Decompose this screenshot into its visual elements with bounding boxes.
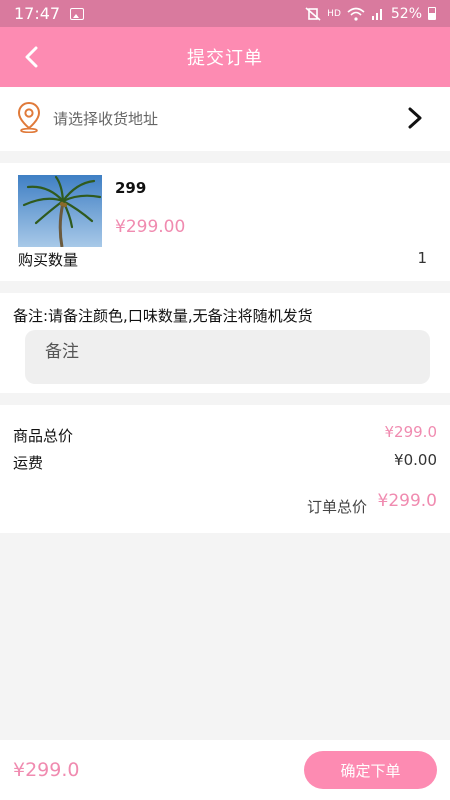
quantity-value: 1 [417,249,427,267]
status-time: 17:47 [14,4,61,23]
goods-total-value: ¥299.0 [384,423,438,441]
back-button[interactable] [18,43,44,71]
product-card: 299 ¥299.00 购买数量 1 [0,163,450,281]
top-app-bar: 提交订单 [0,27,450,87]
submit-order-button[interactable]: 确定下单 [304,751,437,789]
page-title: 提交订单 [187,48,263,69]
goods-total-label: 商品总价 [13,427,74,445]
remark-label: 备注:请备注颜色,口味数量,无备注将随机发货 [13,307,313,325]
image-icon [70,7,85,20]
product-name: 299 [115,179,147,197]
price-summary: 商品总价 ¥299.0 运费 ¥0.00 订单总价 ¥299.0 [0,405,450,533]
shipping-label: 运费 [13,454,44,472]
cell-signal-icon [371,8,382,20]
status-icons: HD 52% [305,6,436,22]
location-pin-icon [17,101,41,133]
bottom-total-amount: ¥299.0 [13,759,80,781]
remark-section: 备注:请备注颜色,口味数量,无备注将随机发货 [0,293,450,393]
product-image[interactable] [18,175,102,247]
product-price: ¥299.00 [115,217,186,237]
chevron-left-icon [25,46,38,68]
address-selector[interactable]: 请选择收货地址 [0,87,450,151]
chevron-right-icon [408,107,422,129]
bottom-action-bar: ¥299.0 确定下单 [0,740,450,800]
palm-tree-image [18,175,102,247]
address-placeholder: 请选择收货地址 [53,110,159,128]
order-total-value: ¥299.0 [377,491,437,511]
battery-icon [428,7,436,20]
order-total-label: 订单总价 [307,498,368,516]
status-bar: 17:47 HD 52% [0,0,450,27]
mute-vibrate-icon [305,6,321,21]
quantity-label: 购买数量 [18,251,79,269]
wifi-icon [347,7,365,21]
shipping-value: ¥0.00 [394,451,437,469]
battery-percent: 52% [390,5,422,22]
remark-input[interactable] [25,330,430,384]
hd-label: HD [327,8,341,19]
